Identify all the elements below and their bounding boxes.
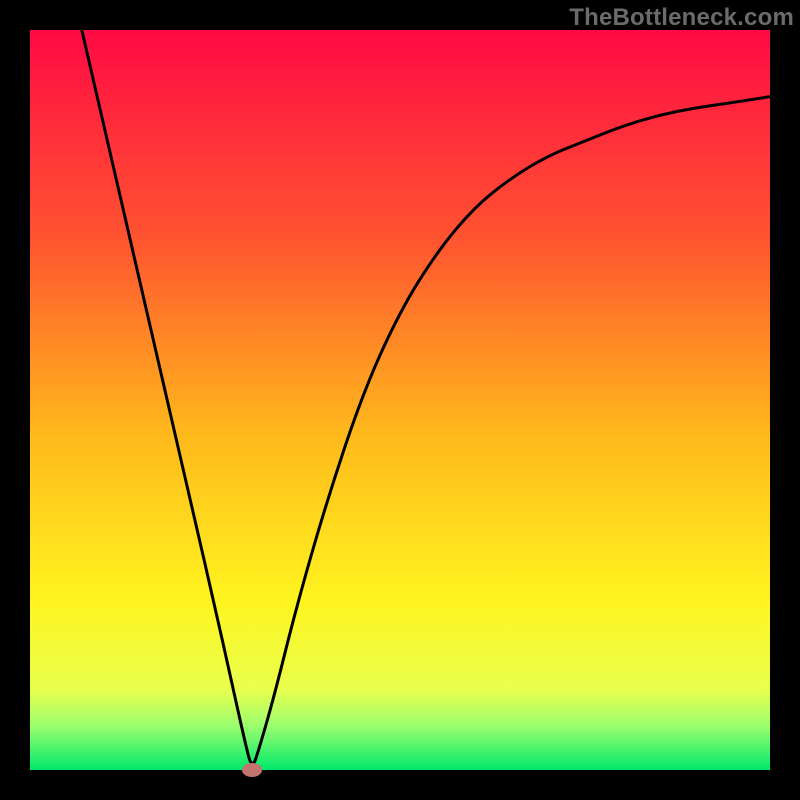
plot-background: [30, 30, 770, 770]
min-marker: [242, 763, 262, 777]
watermark-text: TheBottleneck.com: [569, 4, 794, 32]
chart-svg: [0, 0, 800, 800]
chart-container: TheBottleneck.com: [0, 0, 800, 800]
